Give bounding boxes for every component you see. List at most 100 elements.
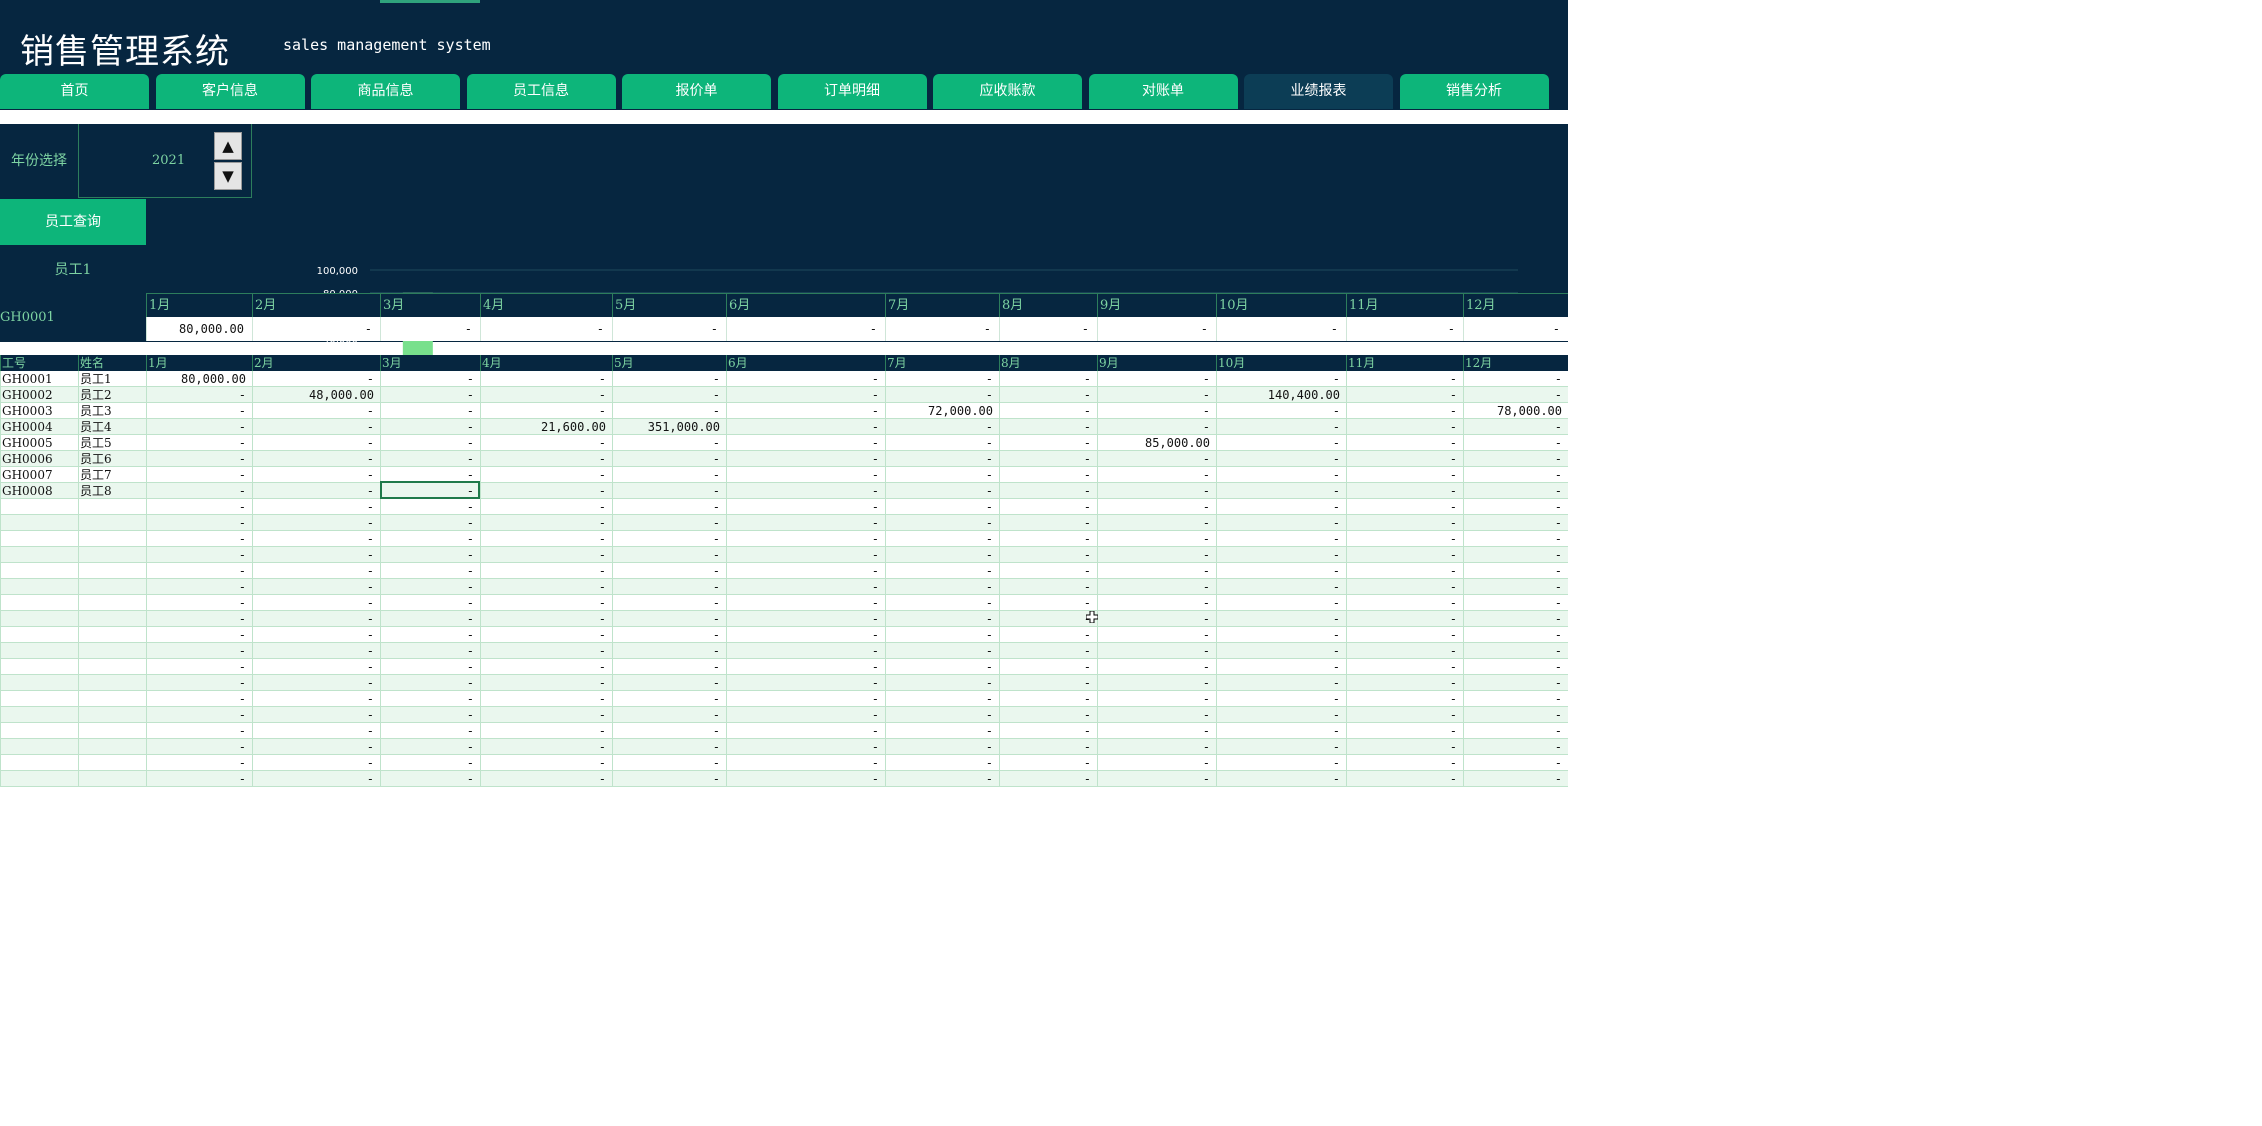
- month-value-cell[interactable]: -: [380, 403, 480, 419]
- month-value-cell[interactable]: -: [252, 627, 380, 643]
- month-value-cell[interactable]: -: [726, 659, 885, 675]
- month-value-cell[interactable]: -: [1346, 579, 1463, 595]
- month-value-cell[interactable]: -: [146, 675, 252, 691]
- summary-month-value[interactable]: -: [726, 317, 885, 341]
- month-value-cell[interactable]: -: [1216, 563, 1346, 579]
- month-value-cell[interactable]: -: [885, 595, 999, 611]
- month-value-cell[interactable]: -: [1216, 531, 1346, 547]
- nav-tab-5[interactable]: 报价单: [622, 74, 771, 109]
- month-value-cell[interactable]: -: [612, 467, 726, 483]
- employee-name-cell[interactable]: [78, 755, 146, 771]
- month-value-cell[interactable]: -: [252, 723, 380, 739]
- employee-id-cell[interactable]: [0, 579, 78, 595]
- month-value-cell[interactable]: -: [1216, 499, 1346, 515]
- month-value-cell[interactable]: -: [252, 419, 380, 435]
- month-value-cell[interactable]: -: [1346, 451, 1463, 467]
- month-value-cell[interactable]: -: [1097, 595, 1216, 611]
- month-value-cell[interactable]: -: [380, 691, 480, 707]
- month-value-cell[interactable]: -: [1463, 435, 1568, 451]
- month-value-cell[interactable]: -: [480, 387, 612, 403]
- month-value-cell[interactable]: -: [480, 771, 612, 787]
- month-value-cell[interactable]: -: [146, 579, 252, 595]
- month-value-cell[interactable]: -: [1463, 739, 1568, 755]
- month-value-cell[interactable]: -: [480, 595, 612, 611]
- month-value-cell[interactable]: -: [612, 451, 726, 467]
- month-value-cell[interactable]: -: [480, 515, 612, 531]
- month-value-cell[interactable]: -: [1097, 707, 1216, 723]
- month-value-cell[interactable]: -: [999, 387, 1097, 403]
- month-value-cell[interactable]: -: [1216, 755, 1346, 771]
- month-value-cell[interactable]: -: [1346, 771, 1463, 787]
- month-value-cell[interactable]: -: [999, 739, 1097, 755]
- month-value-cell[interactable]: -: [146, 707, 252, 723]
- month-value-cell[interactable]: -: [1216, 371, 1346, 387]
- month-value-cell[interactable]: -: [380, 659, 480, 675]
- month-value-cell[interactable]: -: [146, 755, 252, 771]
- month-value-cell[interactable]: -: [999, 579, 1097, 595]
- employee-id-cell[interactable]: [0, 691, 78, 707]
- month-value-cell[interactable]: -: [252, 755, 380, 771]
- selected-employee[interactable]: 员工1: [0, 246, 146, 294]
- month-value-cell[interactable]: -: [1097, 659, 1216, 675]
- month-value-cell[interactable]: -: [480, 371, 612, 387]
- summary-month-value[interactable]: -: [612, 317, 726, 341]
- month-value-cell[interactable]: -: [1346, 611, 1463, 627]
- month-value-cell[interactable]: 78,000.00: [1463, 403, 1568, 419]
- month-value-cell[interactable]: -: [1463, 483, 1568, 499]
- month-value-cell[interactable]: 48,000.00: [252, 387, 380, 403]
- month-value-cell[interactable]: -: [252, 595, 380, 611]
- month-value-cell[interactable]: -: [480, 451, 612, 467]
- month-value-cell[interactable]: -: [999, 643, 1097, 659]
- employee-id-cell[interactable]: [0, 755, 78, 771]
- employee-name-cell[interactable]: [78, 611, 146, 627]
- summary-month-value[interactable]: -: [380, 317, 480, 341]
- month-value-cell[interactable]: -: [380, 755, 480, 771]
- month-value-cell[interactable]: -: [1097, 723, 1216, 739]
- month-value-cell[interactable]: -: [146, 643, 252, 659]
- employee-id-cell[interactable]: GH0003: [0, 403, 78, 419]
- month-value-cell[interactable]: -: [1216, 643, 1346, 659]
- summary-month-value[interactable]: 80,000.00: [146, 317, 252, 341]
- month-value-cell[interactable]: -: [252, 659, 380, 675]
- month-value-cell[interactable]: -: [1216, 435, 1346, 451]
- month-value-cell[interactable]: -: [726, 643, 885, 659]
- month-value-cell[interactable]: -: [1346, 643, 1463, 659]
- month-value-cell[interactable]: -: [1097, 739, 1216, 755]
- month-value-cell[interactable]: -: [252, 547, 380, 563]
- employee-name-cell[interactable]: [78, 547, 146, 563]
- month-value-cell[interactable]: -: [480, 467, 612, 483]
- month-value-cell[interactable]: -: [480, 483, 612, 499]
- month-value-cell[interactable]: 85,000.00: [1097, 435, 1216, 451]
- month-value-cell[interactable]: -: [726, 371, 885, 387]
- month-value-cell[interactable]: -: [1463, 563, 1568, 579]
- month-value-cell[interactable]: -: [612, 707, 726, 723]
- month-value-cell[interactable]: -: [999, 435, 1097, 451]
- month-value-cell[interactable]: -: [612, 691, 726, 707]
- month-value-cell[interactable]: -: [1346, 755, 1463, 771]
- month-value-cell[interactable]: -: [1346, 723, 1463, 739]
- month-value-cell[interactable]: -: [726, 387, 885, 403]
- month-value-cell[interactable]: -: [380, 547, 480, 563]
- month-value-cell[interactable]: -: [1346, 387, 1463, 403]
- employee-id-cell[interactable]: GH0001: [0, 371, 78, 387]
- month-value-cell[interactable]: -: [1463, 755, 1568, 771]
- month-value-cell[interactable]: -: [999, 419, 1097, 435]
- nav-tab-3[interactable]: 商品信息: [311, 74, 460, 109]
- employee-name-cell[interactable]: 员工6: [78, 451, 146, 467]
- month-value-cell[interactable]: -: [999, 467, 1097, 483]
- month-value-cell[interactable]: -: [1097, 547, 1216, 563]
- month-value-cell[interactable]: -: [999, 691, 1097, 707]
- month-value-cell[interactable]: -: [612, 675, 726, 691]
- month-value-cell[interactable]: -: [1097, 467, 1216, 483]
- month-value-cell[interactable]: -: [1346, 515, 1463, 531]
- summary-month-value[interactable]: -: [252, 317, 380, 341]
- employee-name-cell[interactable]: [78, 675, 146, 691]
- month-value-cell[interactable]: -: [1346, 675, 1463, 691]
- employee-name-cell[interactable]: [78, 531, 146, 547]
- month-value-cell[interactable]: -: [380, 739, 480, 755]
- month-value-cell[interactable]: -: [1216, 707, 1346, 723]
- month-value-cell[interactable]: -: [1346, 467, 1463, 483]
- month-value-cell[interactable]: -: [885, 435, 999, 451]
- month-value-cell[interactable]: -: [726, 595, 885, 611]
- month-value-cell[interactable]: -: [999, 659, 1097, 675]
